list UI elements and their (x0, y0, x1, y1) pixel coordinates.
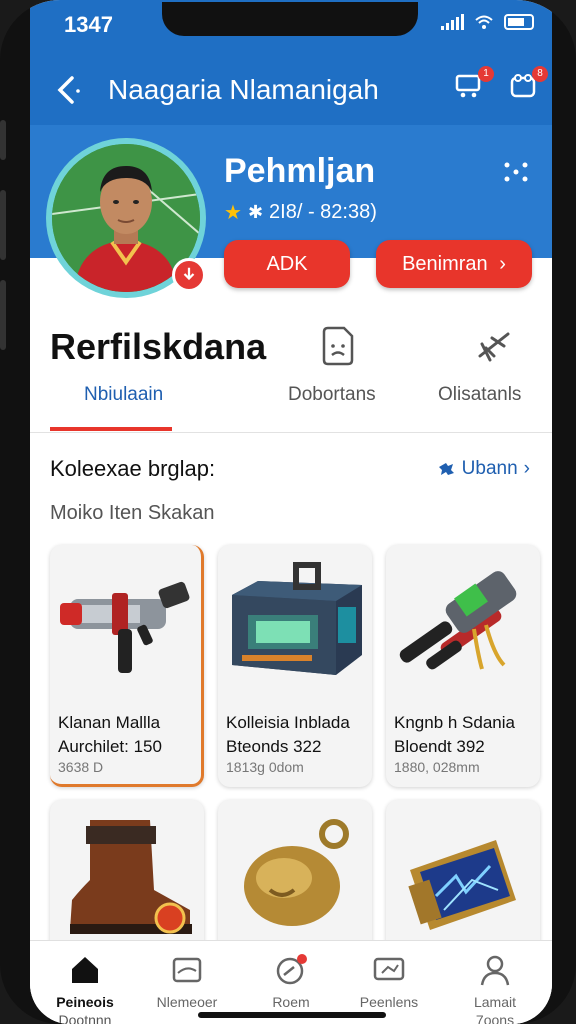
collection-subtitle: Moiko Iten Skakan (50, 502, 215, 524)
item-name: Kngnb h Sdania Bloendt 392 (394, 713, 515, 756)
download-badge-icon[interactable] (172, 258, 206, 292)
chevron-right-icon: › (523, 458, 530, 479)
section-heading: Rerfilskdana (50, 326, 267, 367)
item-name: Klanan Mallla Aurchilet: 150 (58, 713, 162, 756)
item-meta: 3638 D (58, 759, 104, 775)
launcher-item-image (399, 571, 517, 670)
home-icon (72, 957, 98, 983)
nav-peenlens-label: Peenlens (359, 994, 419, 1010)
tab-olisatanls[interactable]: Olisatanls (438, 384, 521, 406)
cannon-item-image (60, 581, 190, 673)
benimran-button[interactable]: Benimran › (376, 240, 532, 288)
card-icon (172, 957, 202, 983)
top-nav: Naagaria Nlamanigah 1 8 (30, 66, 552, 114)
app-screen: 1347 Naagaria Nlamanigah 1 8 Pehmljan ★ … (30, 0, 552, 1024)
nav-home-label: Peineois (56, 994, 114, 1010)
nav-home-label-2: Dootnnn (58, 1012, 112, 1024)
nav-roem[interactable]: Roem (246, 953, 336, 1010)
rating-row: ★ ✱ 2I8/ - 82:38) (224, 200, 377, 225)
status-bar: 1347 (30, 2, 552, 44)
benimran-button-label: Benimran (402, 253, 488, 275)
star-icon: ★ (224, 202, 242, 224)
energy-cell-item-image (408, 840, 516, 930)
cart-badge: 1 (478, 66, 494, 82)
divider (30, 432, 552, 433)
chevron-right-icon: › (499, 253, 506, 275)
profile-badge: 8 (532, 66, 548, 82)
collection-link[interactable]: Ubann › (436, 458, 530, 480)
chevron-left-icon (57, 76, 80, 104)
collection-title: Koleexae brglap: (50, 456, 216, 481)
device-box-item-image (232, 562, 362, 675)
document-face-icon[interactable] (318, 326, 358, 366)
nav-lamait-label: Lamait (473, 994, 517, 1010)
star-outline-icon: ✱ (247, 202, 264, 222)
nav-peenlens[interactable]: Peenlens (344, 953, 434, 1010)
status-time: 1347 (64, 12, 113, 37)
page-title: Naagaria Nlamanigah (108, 74, 379, 105)
status-icons (441, 14, 534, 30)
back-button[interactable] (48, 70, 88, 110)
side-button (0, 190, 6, 260)
cart-button[interactable]: 1 (454, 66, 494, 106)
tab-nbiulaain[interactable]: Nbiulaain (84, 384, 163, 406)
item-card[interactable]: Kngnb h Sdania Bloendt 392 1880, 028mm (386, 545, 540, 787)
side-button (0, 280, 6, 350)
notch (162, 2, 418, 36)
nav-nlemeoer[interactable]: Nlemeoer (142, 953, 232, 1010)
chat-icon (276, 954, 307, 985)
phone-frame: 1347 Naagaria Nlamanigah 1 8 Pehmljan ★ … (0, 0, 576, 1024)
nav-home[interactable]: Peineois Dootnnn (40, 953, 130, 1024)
rating-text: 2I8/ - 82:38) (269, 201, 377, 223)
signal-icon (441, 14, 464, 30)
boot-item-image (70, 820, 192, 934)
home-indicator[interactable] (198, 1012, 386, 1018)
side-button (0, 120, 6, 160)
item-card[interactable]: Klanan Mallla Aurchilet: 150 3638 D (50, 545, 204, 787)
item-card[interactable]: Kolleisia Inblada Bteonds 322 1813g 0dom (218, 545, 372, 787)
item-meta: 1813g 0dom (226, 759, 304, 775)
profile-name: Pehmljan (224, 152, 376, 190)
tab-indicator (50, 427, 172, 431)
battery-icon (504, 14, 534, 30)
nav-nlemeoer-label: Nlemeoer (156, 994, 218, 1010)
nav-roem-label: Roem (272, 994, 310, 1010)
more-options-icon[interactable] (502, 160, 530, 184)
item-name: Kolleisia Inblada Bteonds 322 (226, 713, 350, 756)
puzzle-icon (438, 463, 454, 475)
plane-icon[interactable] (474, 326, 514, 366)
user-icon (480, 955, 510, 986)
adk-button[interactable]: ADK (224, 240, 350, 288)
wifi-icon (475, 15, 493, 29)
profile-menu-button[interactable]: 8 (508, 66, 548, 106)
item-meta: 1880, 028mm (394, 759, 480, 775)
collection-link-label: Ubann (461, 458, 518, 479)
nav-lamait[interactable]: Lamait 7oons (450, 953, 540, 1024)
nav-lamait-label-2: 7oons (475, 1012, 515, 1024)
tab-dobortans[interactable]: Dobortans (288, 384, 376, 406)
bell-item-image (244, 819, 349, 926)
message-icon (373, 957, 405, 981)
